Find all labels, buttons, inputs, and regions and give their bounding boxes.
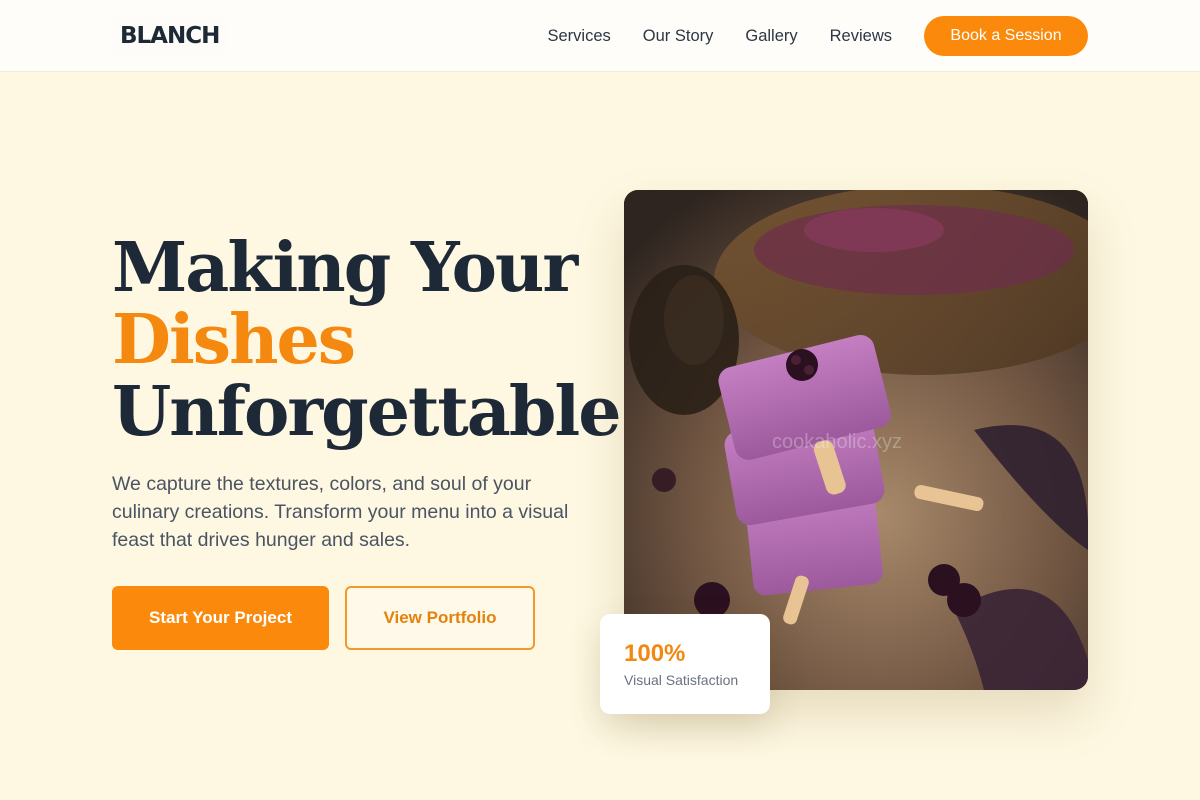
start-project-button[interactable]: Start Your Project [112, 586, 329, 650]
brand-logo[interactable]: BLANCH [112, 18, 228, 54]
image-watermark: cookaholic.xyz [772, 431, 902, 453]
hero-title-accent: Dishes [112, 300, 356, 380]
stat-card: 100% Visual Satisfaction [600, 614, 770, 714]
nav-link-services[interactable]: Services [547, 27, 610, 46]
hero-description: We capture the textures, colors, and sou… [112, 473, 569, 551]
hero-title-line-1: Making Your [112, 228, 578, 308]
hero-title-line-3: Unforgettable. [112, 372, 643, 452]
hero-title: Making Your Dishes Unforgettable. [112, 228, 643, 452]
stat-label: Visual Satisfaction [624, 672, 739, 688]
nav-link-reviews[interactable]: Reviews [830, 27, 892, 46]
stat-value: 100% [624, 640, 686, 667]
nav-link-our-story[interactable]: Our Story [643, 27, 714, 46]
nav-link-gallery[interactable]: Gallery [745, 27, 797, 46]
book-session-button[interactable]: Book a Session [924, 16, 1088, 56]
view-portfolio-button[interactable]: View Portfolio [345, 586, 535, 650]
nav-links: Services Our Story Gallery Reviews Book … [547, 16, 1088, 56]
navbar: BLANCH Services Our Story Gallery Review… [0, 0, 1200, 72]
